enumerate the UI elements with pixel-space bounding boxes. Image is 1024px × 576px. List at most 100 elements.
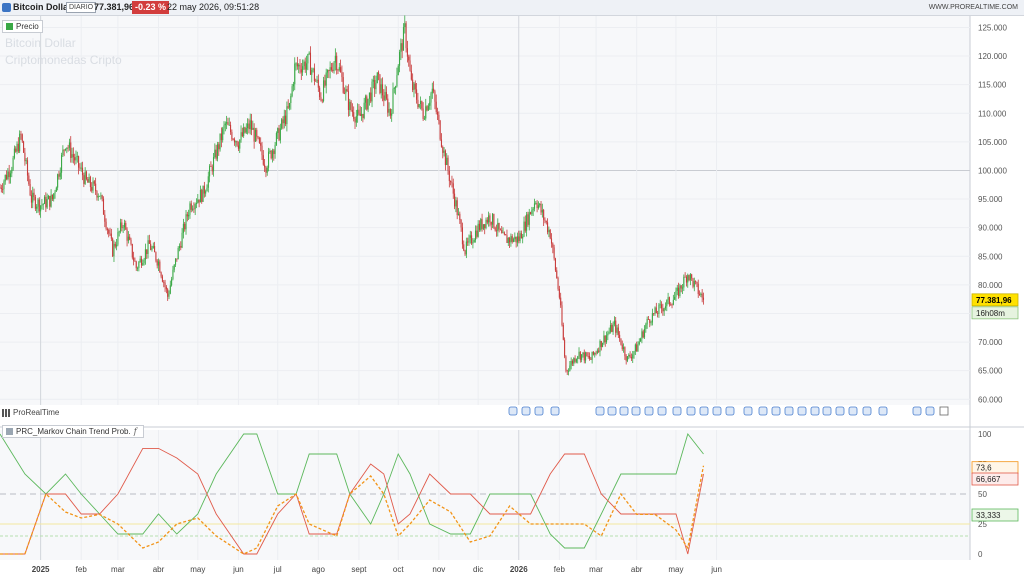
candle-body bbox=[364, 96, 367, 103]
candle-body bbox=[133, 257, 135, 261]
candle-body bbox=[154, 246, 156, 253]
candle-body bbox=[134, 260, 136, 262]
candle-body bbox=[482, 224, 484, 229]
candle-body bbox=[564, 339, 566, 357]
candle-body bbox=[75, 156, 77, 161]
candle-body bbox=[527, 214, 529, 225]
formula-icon[interactable]: f bbox=[134, 427, 137, 436]
candle-body bbox=[684, 276, 686, 278]
candle-body bbox=[683, 276, 685, 288]
candle-body bbox=[640, 338, 642, 342]
candle-body bbox=[553, 247, 555, 259]
candle-body bbox=[172, 269, 174, 280]
candle-body bbox=[506, 235, 508, 244]
candle-body bbox=[410, 70, 412, 80]
candle-body bbox=[342, 77, 344, 93]
candle-body bbox=[185, 214, 187, 230]
candle-body bbox=[409, 60, 411, 71]
candle-body bbox=[591, 351, 593, 360]
candle-body bbox=[139, 258, 141, 263]
price-legend[interactable]: Precio bbox=[2, 20, 43, 33]
candle-body bbox=[95, 183, 97, 192]
candle-body bbox=[287, 106, 289, 108]
candle-body bbox=[463, 244, 465, 251]
candle-body bbox=[256, 129, 258, 137]
price-tick-label: 95.000 bbox=[978, 195, 1003, 204]
candle-body bbox=[100, 195, 102, 197]
candle-body bbox=[142, 263, 144, 266]
candle-body bbox=[676, 287, 678, 291]
candle-body bbox=[657, 313, 659, 314]
candle-body bbox=[395, 86, 397, 89]
indicator-legend[interactable]: PRC_Markov Chain Trend Prob. f bbox=[2, 425, 144, 438]
candle-body bbox=[212, 157, 215, 172]
candle-body bbox=[605, 335, 608, 343]
candle-body bbox=[646, 318, 648, 325]
candle-body bbox=[359, 113, 361, 116]
candle-body bbox=[535, 203, 537, 205]
candle-body bbox=[473, 240, 475, 243]
candle-body bbox=[114, 243, 116, 247]
candle-body bbox=[512, 239, 515, 242]
candle-body bbox=[47, 195, 50, 200]
candle-body bbox=[33, 192, 35, 197]
candle-body bbox=[616, 327, 618, 333]
candle-body bbox=[510, 236, 512, 243]
candle-body bbox=[414, 83, 416, 90]
candle-body bbox=[661, 304, 663, 309]
candle-body bbox=[533, 203, 536, 209]
indicator-tick-label: 0 bbox=[978, 550, 983, 559]
candle-body bbox=[146, 249, 148, 254]
orange-value-tag: 73,6 bbox=[976, 464, 992, 473]
candle-body bbox=[313, 68, 315, 81]
candle-body bbox=[662, 308, 664, 312]
candle-body bbox=[642, 331, 644, 338]
candle-body bbox=[167, 289, 169, 297]
candle-body bbox=[450, 181, 452, 183]
watermark-title: Bitcoin Dollar bbox=[5, 36, 76, 50]
candle-body bbox=[121, 222, 123, 228]
indicator-legend-swatch bbox=[6, 428, 13, 435]
candle-body bbox=[629, 354, 631, 358]
candle-body bbox=[695, 281, 697, 282]
candle-body bbox=[220, 133, 222, 141]
watermark-subtitle: Criptomonedas Cripto bbox=[5, 53, 122, 67]
price-tag: 77.381,96 bbox=[976, 296, 1012, 305]
event-icon bbox=[822, 406, 832, 416]
candle-body bbox=[138, 262, 140, 268]
candle-body bbox=[522, 236, 524, 239]
candle-body bbox=[12, 157, 14, 170]
candle-body bbox=[228, 124, 230, 126]
candle-body bbox=[239, 139, 241, 149]
candle-body bbox=[623, 347, 625, 350]
candle-body bbox=[112, 238, 114, 257]
candle-body bbox=[323, 80, 325, 102]
candle-body bbox=[596, 350, 598, 354]
candle-body bbox=[279, 128, 281, 141]
candle-body bbox=[615, 320, 617, 333]
time-tick-label: nov bbox=[432, 565, 445, 574]
candle-body bbox=[184, 223, 186, 230]
event-icon bbox=[631, 406, 641, 416]
candle-body bbox=[367, 98, 369, 110]
time-tick-label: oct bbox=[393, 565, 404, 574]
candle-body bbox=[587, 355, 589, 357]
candle-body bbox=[42, 203, 44, 205]
candle-body bbox=[444, 150, 446, 166]
candle-body bbox=[594, 352, 596, 355]
candle-body bbox=[231, 132, 233, 140]
candle-body bbox=[224, 123, 226, 126]
candle-body bbox=[603, 335, 605, 344]
candle-body bbox=[206, 187, 208, 192]
candle-body bbox=[467, 241, 469, 243]
chart-area[interactable]: 125.000 120.000 115.000 110.000 105.000 100.0… bbox=[0, 0, 1024, 576]
candle-body bbox=[17, 143, 19, 152]
price-tick-label: 105.000 bbox=[978, 138, 1007, 147]
candle-body bbox=[477, 223, 479, 237]
candle-body bbox=[666, 300, 668, 307]
candle-body bbox=[338, 67, 340, 71]
candle-body bbox=[118, 231, 120, 233]
candle-body bbox=[691, 274, 693, 279]
candle-body bbox=[164, 282, 166, 288]
candle-body bbox=[655, 307, 657, 314]
